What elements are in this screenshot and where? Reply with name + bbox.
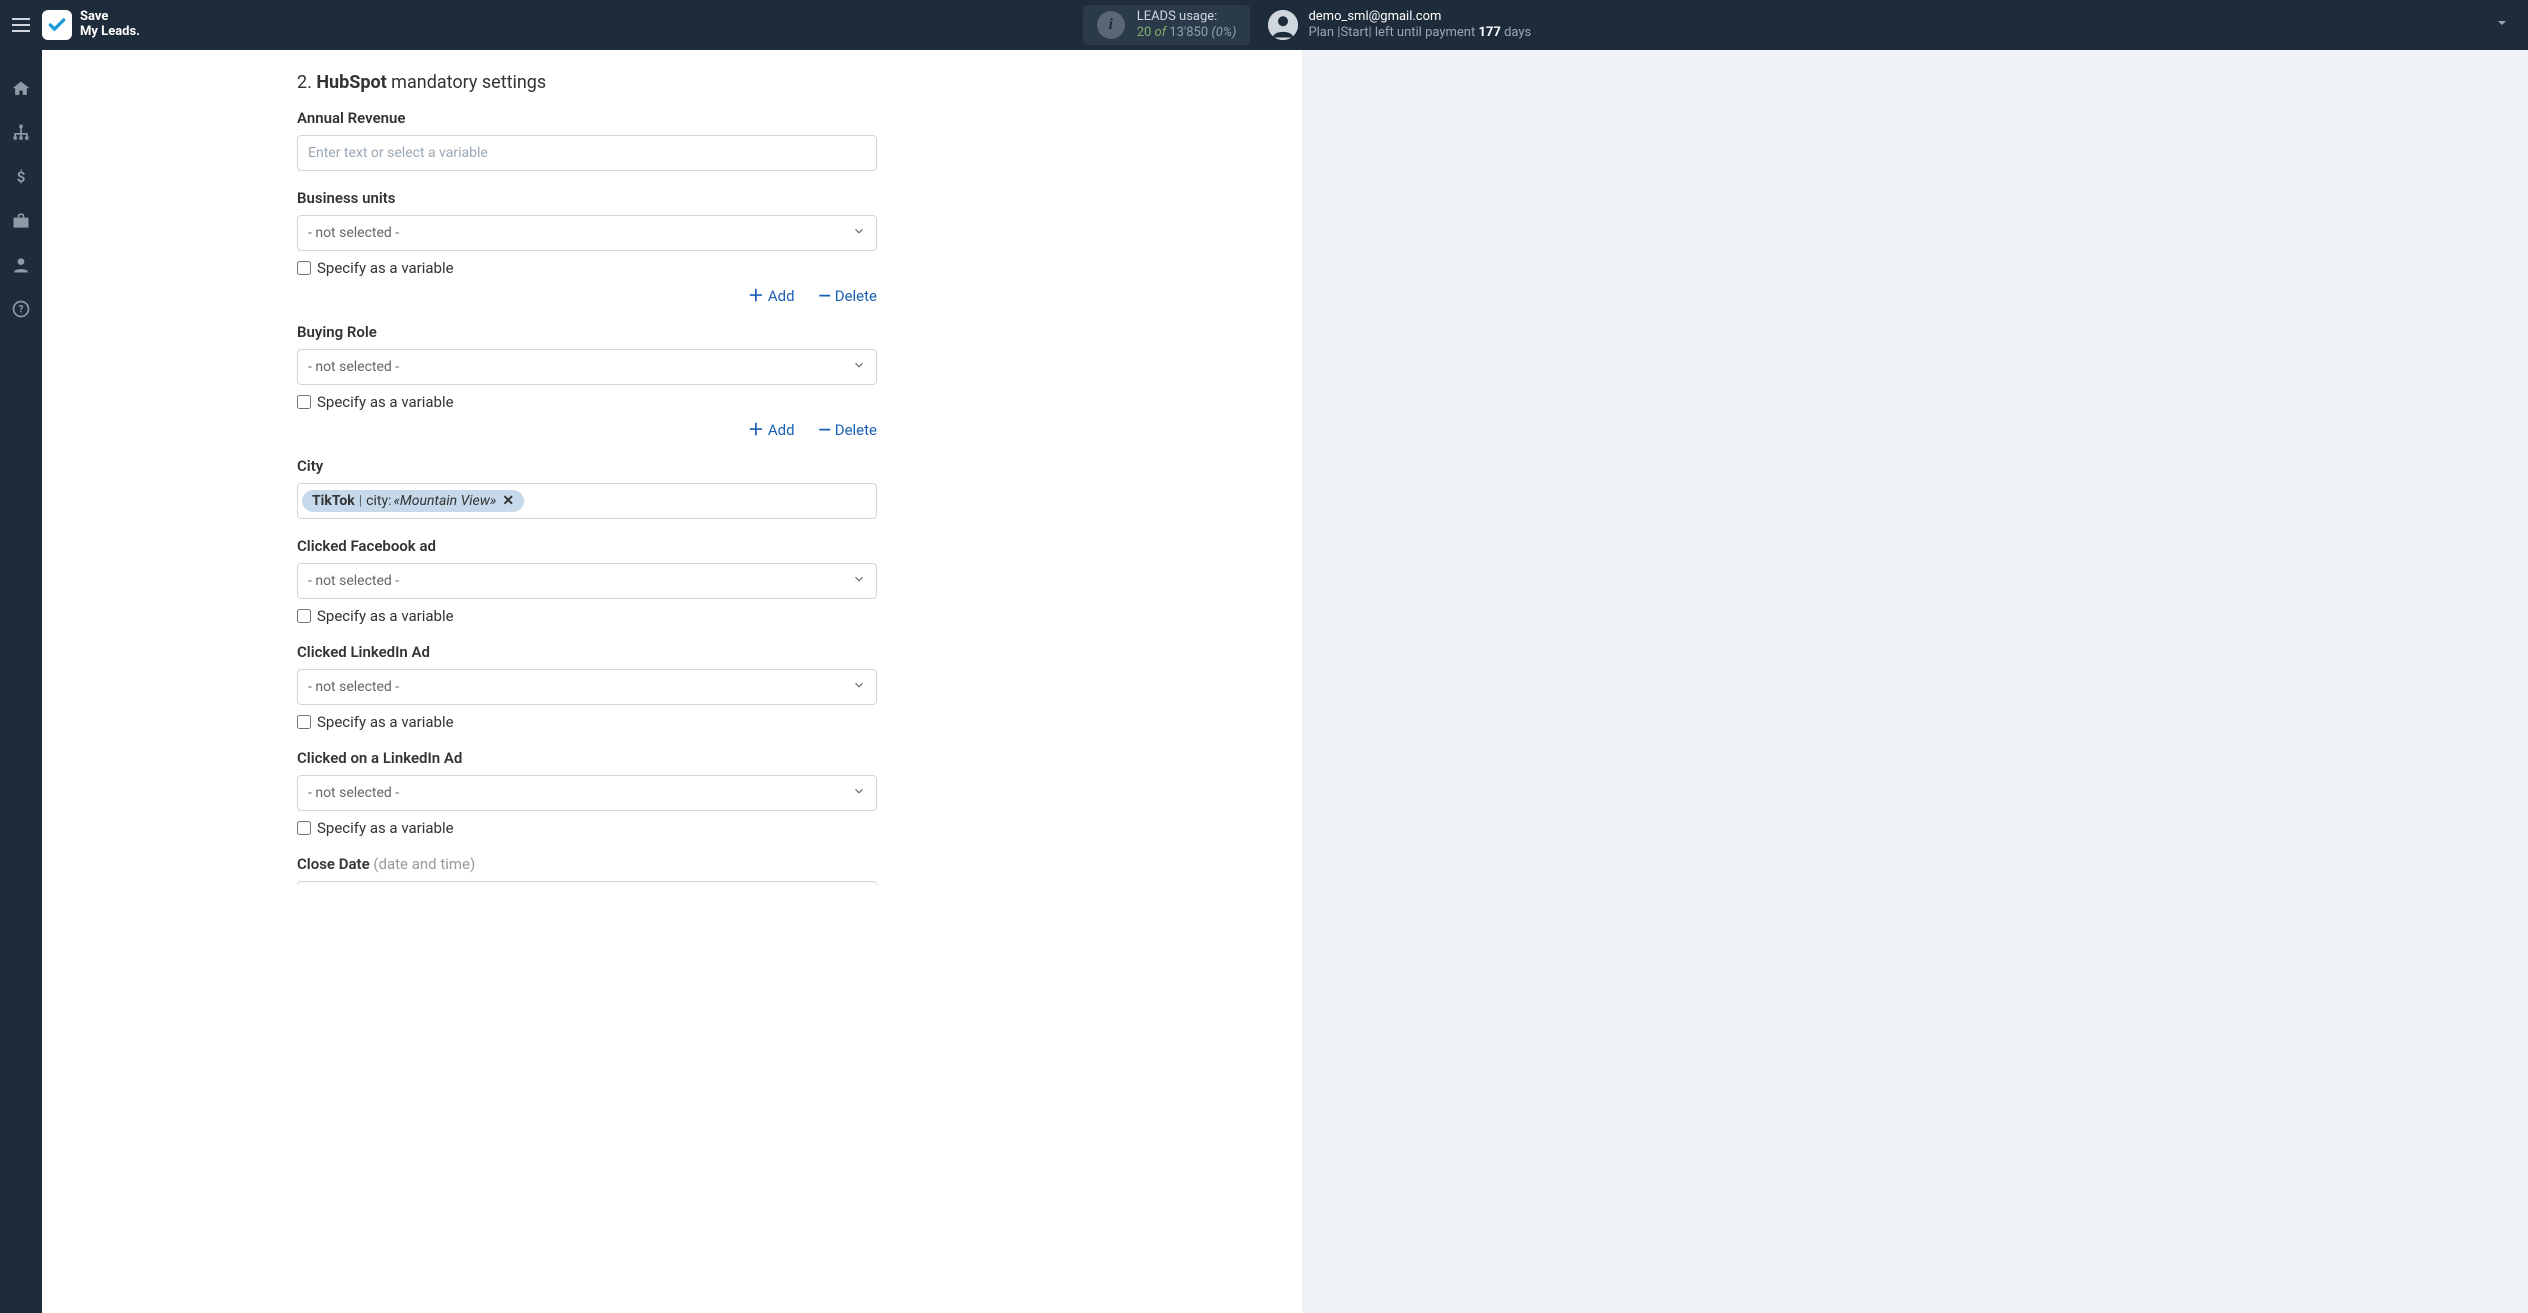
checkbox-onli-specify[interactable]: Specify as a variable xyxy=(297,819,877,837)
field-buying-role: Buying Role - not selected - Specify as … xyxy=(297,323,877,439)
chevron-down-icon xyxy=(852,678,866,696)
checkbox-label: Specify as a variable xyxy=(317,819,454,837)
field-city: City TikTok | city: «Mountain View» ✕ xyxy=(297,457,877,519)
select-clicked-fb[interactable]: - not selected - xyxy=(297,563,877,599)
select-business-units[interactable]: - not selected - xyxy=(297,215,877,251)
label-clicked-li: Clicked LinkedIn Ad xyxy=(297,643,877,661)
info-icon: i xyxy=(1097,11,1125,39)
delete-button-br[interactable]: —Delete xyxy=(819,421,877,439)
label-annual-revenue: Annual Revenue xyxy=(297,109,877,127)
input-annual-revenue[interactable] xyxy=(297,135,877,171)
chevron-down-icon xyxy=(852,224,866,242)
checkbox-br-specify[interactable]: Specify as a variable xyxy=(297,393,877,411)
checkbox-fb-specify-input[interactable] xyxy=(297,609,311,623)
checkbox-bu-specify[interactable]: Specify as a variable xyxy=(297,259,877,277)
field-annual-revenue: Annual Revenue xyxy=(297,109,877,171)
input-city[interactable]: TikTok | city: «Mountain View» ✕ xyxy=(297,483,877,519)
field-clicked-fb: Clicked Facebook ad - not selected - Spe… xyxy=(297,537,877,625)
label-buying-role: Buying Role xyxy=(297,323,877,341)
field-business-units: Business units - not selected - Specify … xyxy=(297,189,877,305)
field-clicked-on-li: Clicked on a LinkedIn Ad - not selected … xyxy=(297,749,877,837)
checkbox-onli-specify-input[interactable] xyxy=(297,821,311,835)
app-logo[interactable]: Save My Leads. xyxy=(42,10,140,40)
label-business-units: Business units xyxy=(297,189,877,207)
account-block[interactable]: demo_sml@gmail.com Plan |Start| left unt… xyxy=(1268,9,1531,42)
usage-text: LEADS usage: 20 of 13'850 (0%) xyxy=(1137,9,1237,40)
checkbox-fb-specify[interactable]: Specify as a variable xyxy=(297,607,877,625)
select-clicked-li[interactable]: - not selected - xyxy=(297,669,877,705)
checkbox-br-specify-input[interactable] xyxy=(297,395,311,409)
delete-button-bu[interactable]: —Delete xyxy=(819,287,877,305)
checkbox-label: Specify as a variable xyxy=(317,713,454,731)
user-icon[interactable] xyxy=(10,254,32,276)
help-icon[interactable]: ? xyxy=(10,298,32,320)
main-panel: 2. HubSpot mandatory settings Annual Rev… xyxy=(42,50,1302,1313)
label-close-date: Close Date (date and time) xyxy=(297,855,877,873)
select-clicked-on-li[interactable]: - not selected - xyxy=(297,775,877,811)
add-button-br[interactable]: ＋Add xyxy=(748,421,795,439)
logo-text: Save My Leads. xyxy=(80,10,140,40)
tag-city-tiktok: TikTok | city: «Mountain View» ✕ xyxy=(302,490,524,512)
svg-text:$: $ xyxy=(17,168,26,186)
logo-icon xyxy=(42,10,72,40)
section-title: 2. HubSpot mandatory settings xyxy=(297,72,877,93)
field-clicked-li: Clicked LinkedIn Ad - not selected - Spe… xyxy=(297,643,877,731)
account-text: demo_sml@gmail.com Plan |Start| left unt… xyxy=(1308,9,1531,42)
menu-button[interactable] xyxy=(0,0,42,50)
sidebar: $ ? xyxy=(0,50,42,1313)
chevron-down-icon xyxy=(852,572,866,590)
home-icon[interactable] xyxy=(10,78,32,100)
chevron-down-icon xyxy=(852,784,866,802)
select-buying-role[interactable]: - not selected - xyxy=(297,349,877,385)
chevron-down-icon xyxy=(852,358,866,376)
checkbox-label: Specify as a variable xyxy=(317,393,454,411)
field-close-date: Close Date (date and time) xyxy=(297,855,877,885)
dollar-icon[interactable]: $ xyxy=(10,166,32,188)
briefcase-icon[interactable] xyxy=(10,210,32,232)
add-button-bu[interactable]: ＋Add xyxy=(748,287,795,305)
checkbox-label: Specify as a variable xyxy=(317,259,454,277)
checkbox-label: Specify as a variable xyxy=(317,607,454,625)
avatar-icon xyxy=(1268,10,1298,40)
label-clicked-fb: Clicked Facebook ad xyxy=(297,537,877,555)
checkbox-li-specify[interactable]: Specify as a variable xyxy=(297,713,877,731)
checkbox-bu-specify-input[interactable] xyxy=(297,261,311,275)
select-close-date[interactable] xyxy=(297,881,877,885)
tag-remove-icon[interactable]: ✕ xyxy=(502,493,514,509)
svg-text:?: ? xyxy=(19,304,24,315)
account-caret-icon[interactable] xyxy=(2494,15,2510,35)
checkbox-li-specify-input[interactable] xyxy=(297,715,311,729)
flow-icon[interactable] xyxy=(10,122,32,144)
topbar: Save My Leads. i LEADS usage: 20 of 13'8… xyxy=(0,0,2528,50)
usage-box[interactable]: i LEADS usage: 20 of 13'850 (0%) xyxy=(1083,5,1251,45)
label-clicked-on-li: Clicked on a LinkedIn Ad xyxy=(297,749,877,767)
label-city: City xyxy=(297,457,877,475)
